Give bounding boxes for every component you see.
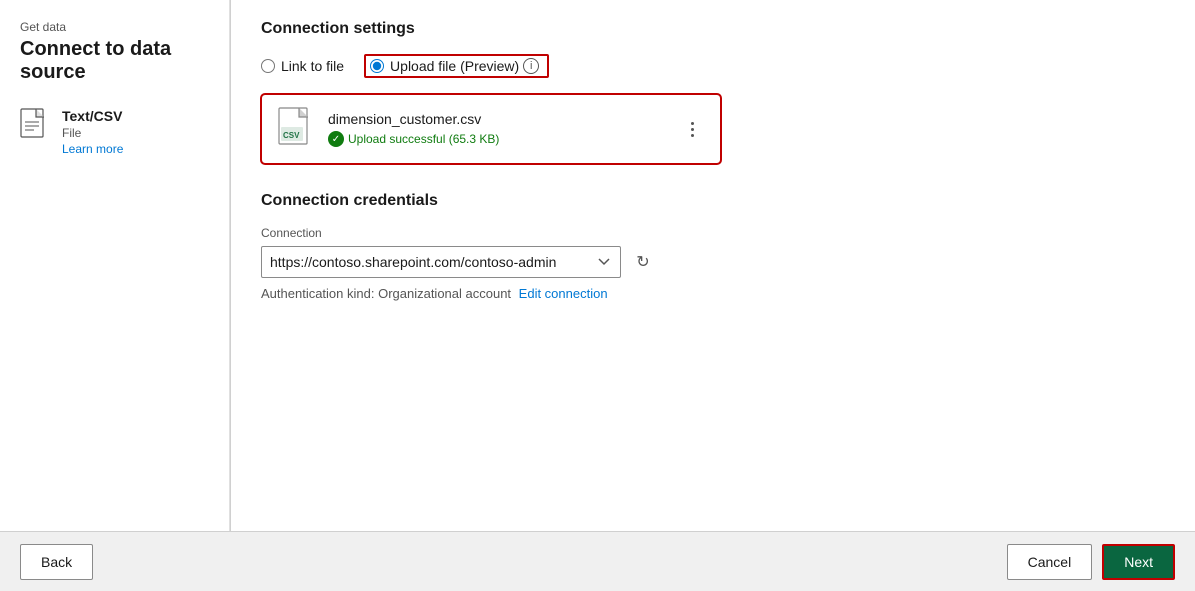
more-dot-3 xyxy=(691,134,694,137)
csv-file-icon: CSV xyxy=(278,107,316,151)
link-to-file-option[interactable]: Link to file xyxy=(261,58,344,74)
upload-file-label: Upload file (Preview) xyxy=(390,58,519,74)
upload-file-radio[interactable] xyxy=(370,59,384,73)
file-info: dimension_customer.csv ✓ Upload successf… xyxy=(328,111,668,147)
connection-row: https://contoso.sharepoint.com/contoso-a… xyxy=(261,246,1165,278)
credentials-section: Connection credentials Connection https:… xyxy=(261,192,1165,301)
auth-row: Authentication kind: Organizational acco… xyxy=(261,286,1165,301)
check-icon: ✓ xyxy=(328,131,344,147)
file-name: dimension_customer.csv xyxy=(328,111,668,127)
more-dot-1 xyxy=(691,122,694,125)
upload-option-box: Upload file (Preview) i xyxy=(364,54,549,78)
cancel-button[interactable]: Cancel xyxy=(1007,544,1093,580)
connection-select[interactable]: https://contoso.sharepoint.com/contoso-a… xyxy=(261,246,621,278)
footer: Back Cancel Next xyxy=(0,531,1195,591)
link-to-file-radio[interactable] xyxy=(261,59,275,73)
upload-status-text: Upload successful (65.3 KB) xyxy=(348,132,499,146)
breadcrumb: Get data xyxy=(20,20,209,34)
radio-group: Link to file Upload file (Preview) i xyxy=(261,54,1165,78)
upload-status: ✓ Upload successful (65.3 KB) xyxy=(328,131,668,147)
more-dot-2 xyxy=(691,128,694,131)
learn-more-link[interactable]: Learn more xyxy=(62,142,123,156)
info-icon[interactable]: i xyxy=(523,58,539,74)
footer-left: Back xyxy=(20,544,93,580)
next-button[interactable]: Next xyxy=(1102,544,1175,580)
auth-label: Authentication kind: Organizational acco… xyxy=(261,286,511,301)
text-csv-icon xyxy=(20,108,52,146)
source-item: Text/CSV File Learn more xyxy=(20,108,209,156)
source-name: Text/CSV xyxy=(62,108,123,124)
connection-field-label: Connection xyxy=(261,226,1165,240)
connection-settings-title: Connection settings xyxy=(261,20,1165,38)
refresh-button[interactable]: ↻ xyxy=(629,248,657,276)
page-title: Connect to data source xyxy=(20,38,209,84)
credentials-title: Connection credentials xyxy=(261,192,1165,210)
file-upload-container: CSV dimension_customer.csv ✓ Upload succ… xyxy=(261,94,721,164)
svg-text:CSV: CSV xyxy=(283,131,300,140)
edit-connection-link[interactable]: Edit connection xyxy=(519,286,608,301)
upload-file-option[interactable]: Upload file (Preview) xyxy=(370,58,519,74)
sidebar: Get data Connect to data source Text/CSV… xyxy=(0,0,230,531)
footer-right: Cancel Next xyxy=(1007,544,1175,580)
source-type: File xyxy=(62,126,123,140)
more-options-button[interactable] xyxy=(680,117,704,141)
source-info: Text/CSV File Learn more xyxy=(62,108,123,156)
file-row: CSV dimension_customer.csv ✓ Upload succ… xyxy=(278,107,704,151)
back-button[interactable]: Back xyxy=(20,544,93,580)
main-panel: Connection settings Link to file Upload … xyxy=(231,0,1195,531)
link-to-file-label: Link to file xyxy=(281,58,344,74)
